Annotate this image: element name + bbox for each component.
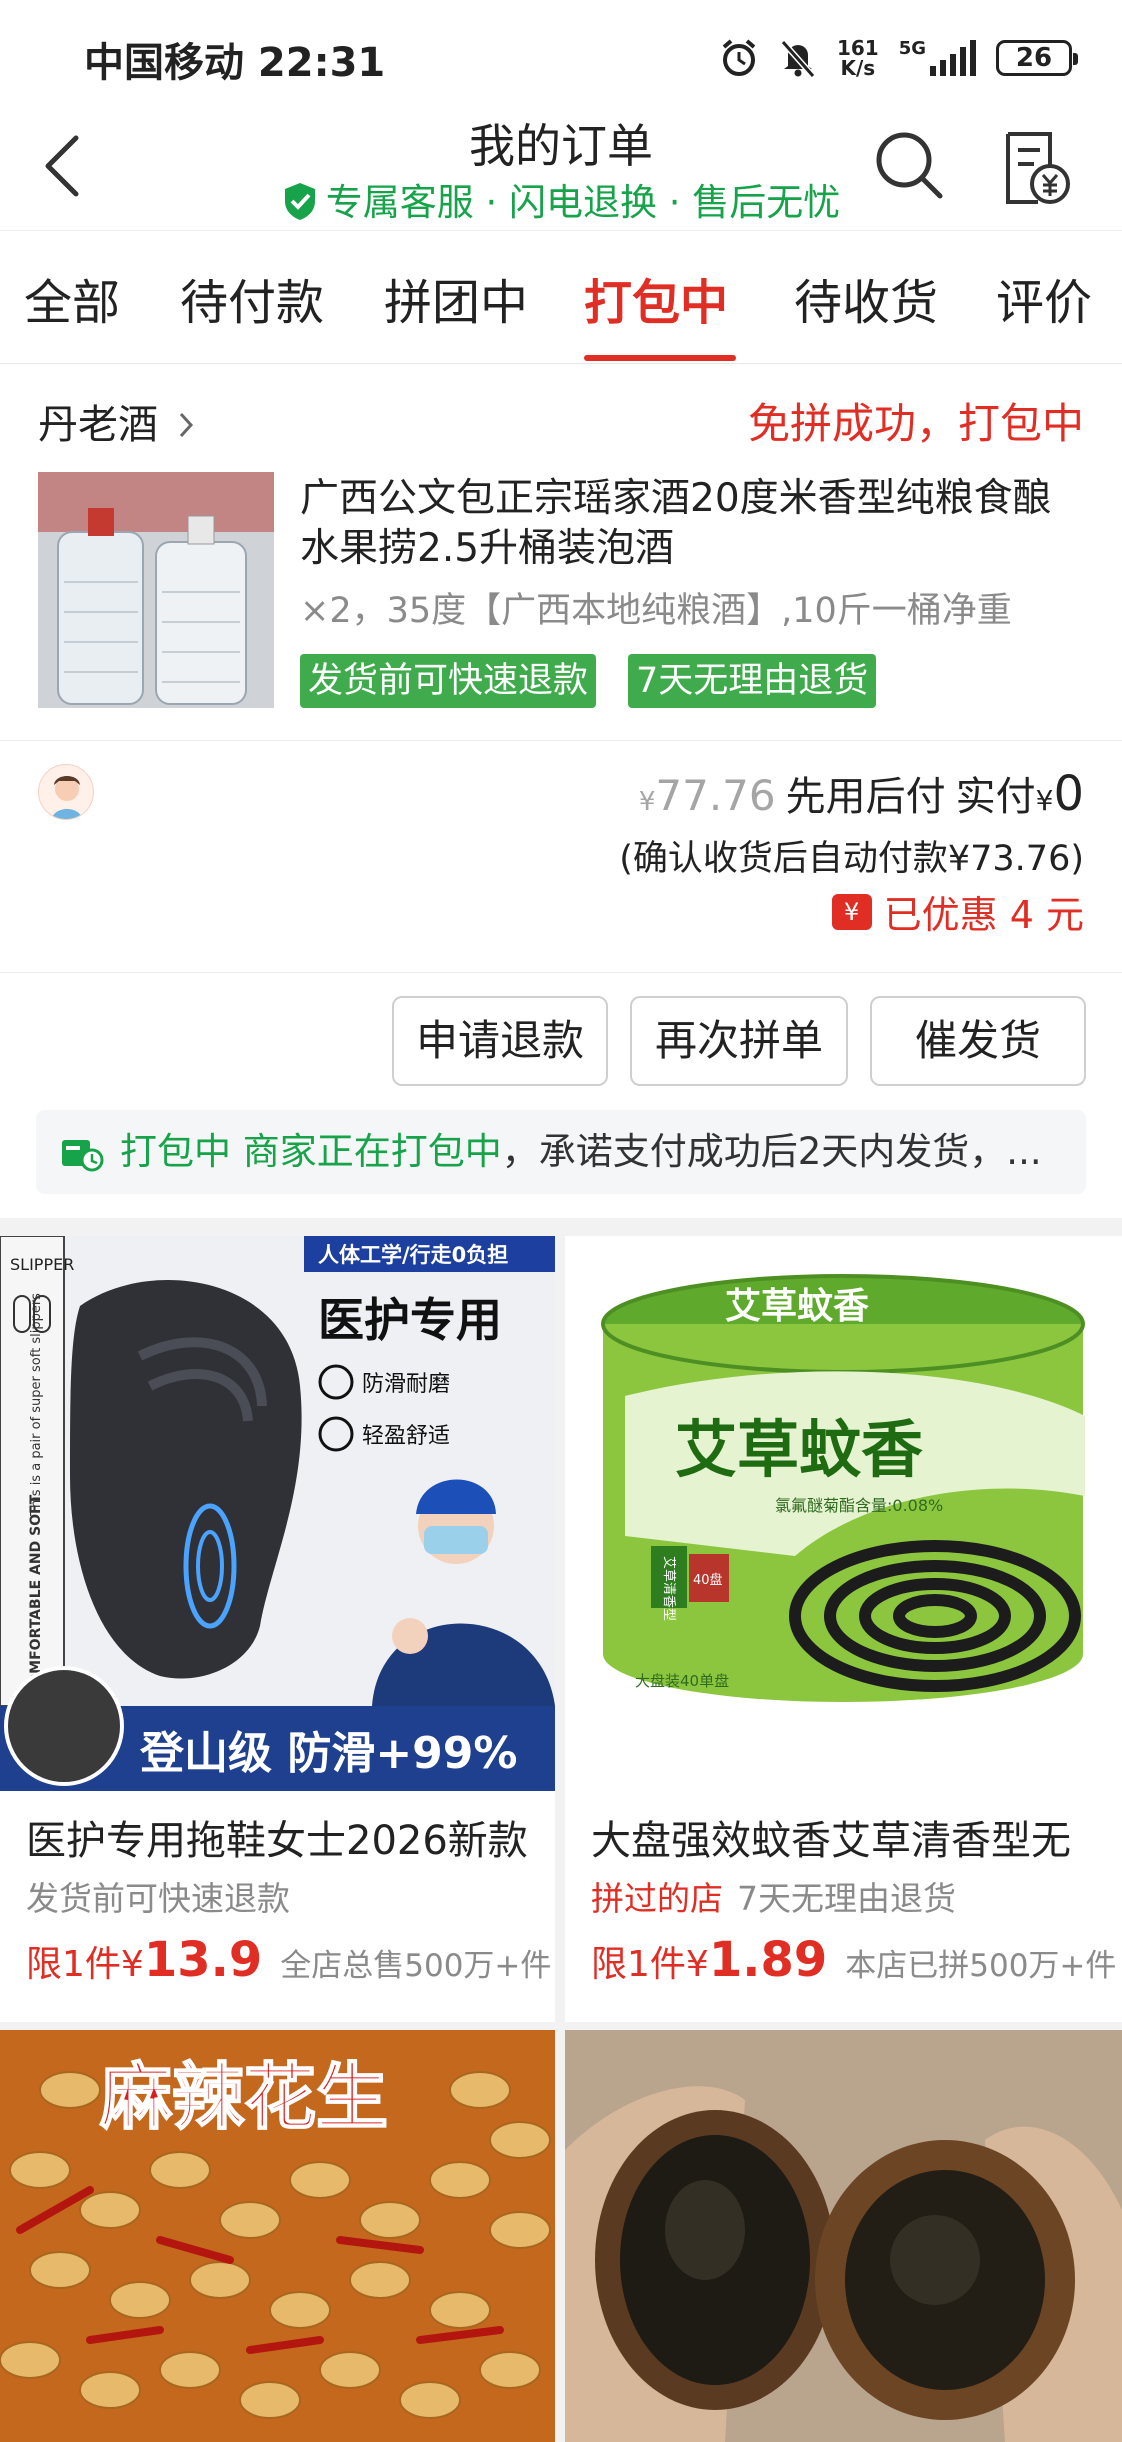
avatar[interactable] [38, 764, 94, 820]
battery-icon: 26 [996, 40, 1078, 76]
status-bar: 中国移动 22:31 161 K/s 5G 26 [0, 0, 1122, 110]
section-gap [0, 1218, 1122, 1232]
brand-note: 氯氟醚菊酯含量:0.08% [775, 1496, 943, 1515]
pay-later-label: 先用后付 [785, 774, 946, 820]
bottom-text: 登山级 防滑+99% [139, 1728, 518, 1779]
side-text-2: COMFORTABLE AND SOFT [28, 1494, 44, 1696]
header: 我的订单 专属客服 · 闪电退换 · 售后无忧 [0, 110, 1122, 230]
signal-group: 5G [899, 40, 976, 76]
brand-top: 艾草蚊香 [725, 1286, 869, 1327]
rec-card-slipper[interactable]: SLIPPER This is a pair of super soft sli… [0, 1236, 555, 2022]
discount-info: ¥ 已优惠 4 元 [831, 884, 1084, 939]
headline-text: 医护专用 [318, 1293, 502, 1347]
search-icon[interactable] [870, 126, 950, 206]
truck-icon [62, 1140, 104, 1172]
shop-name-link[interactable]: 丹老酒 [38, 392, 199, 450]
tab-pending-payment[interactable]: 待付款 [180, 263, 324, 333]
bill-icon[interactable] [998, 128, 1074, 208]
tab-packing[interactable]: 打包中 [584, 263, 728, 333]
tab-all[interactable]: 全部 [24, 263, 120, 333]
rec-sub: 发货前可快速退款 [26, 1879, 290, 1918]
auto-pay-note: (确认收货后自动付款¥73.76) [619, 839, 1084, 879]
rec-card-peanuts[interactable]: 麻辣花生 [0, 2030, 555, 2442]
product-title[interactable]: 广西公文包正宗瑶家酒20度米香型纯粮食酿水果捞2.5升桶装泡酒 [300, 474, 1090, 574]
rec-image-century-egg [565, 2030, 1122, 2442]
actual-pay-label: 实付¥0 [955, 766, 1084, 822]
shop-name: 丹老酒 [38, 402, 158, 448]
back-icon[interactable] [30, 126, 100, 206]
rec-image-mosquito-coil: 艾草蚊香 艾草蚊香 氯氟醚菊酯含量:0.08% 艾草清香型 40盘 大盘装40单… [565, 1236, 1120, 1791]
tag-7day-return: 7天无理由退货 [628, 654, 877, 708]
network-type: 5G [898, 38, 926, 59]
service-banner-text: 专属客服 · 闪电退换 · 售后无忧 [325, 181, 841, 224]
chevron-right-icon [179, 412, 193, 438]
count-tag: 40盘 [693, 1572, 723, 1588]
order-status: 免拼成功，打包中 [747, 399, 1084, 448]
tab-group-buying[interactable]: 拼团中 [384, 263, 528, 333]
page-title: 我的订单 [469, 119, 653, 173]
product-spec: ×2，35度【广西本地纯粮酒】,10斤一桶净重 [300, 591, 1012, 631]
rec-price: 限1件¥ 1.89 本店已拼500万+件 [591, 1932, 1117, 1988]
alarm-icon [722, 39, 756, 76]
image-text: 麻辣花生 [100, 2055, 388, 2139]
feature-2: 轻盈舒适 [362, 1424, 450, 1449]
wine-jugs-image [38, 472, 274, 708]
brand-main: 艾草蚊香 [675, 1413, 923, 1486]
rec-sub: 拼过的店 7天无理由退货 [591, 1879, 956, 1918]
active-tab-indicator [584, 355, 736, 361]
discount-icon: ¥ [831, 893, 872, 930]
carrier-time: 中国移动 22:31 [84, 40, 386, 86]
bottom-note: 大盘装40单盘 [635, 1672, 729, 1690]
rec-price: 限1件¥ 13.9 全店总售500万+件 [26, 1932, 552, 1988]
tab-to-receive[interactable]: 待收货 [794, 263, 938, 333]
service-banner[interactable]: 专属客服 · 闪电退换 · 售后无忧 [0, 172, 1122, 226]
shipping-notice[interactable]: 打包中 商家正在打包中，承诺支付成功后2天内发货，... [36, 1110, 1086, 1194]
rec-card-century-egg[interactable] [565, 2030, 1122, 2442]
feature-1: 防滑耐磨 [362, 1372, 450, 1397]
rec-image-slipper: SLIPPER This is a pair of super soft sli… [0, 1236, 555, 1791]
status-icons: 161 K/s 5G 26 [719, 30, 1078, 86]
notice-status: 打包中 [120, 1130, 231, 1173]
shield-check-icon [284, 183, 315, 220]
notice-text: ，承诺支付成功后2天内发货，... [501, 1130, 1042, 1173]
rec-title: 医护专用拖鞋女士2026新款 [26, 1818, 528, 1864]
divider [0, 972, 1122, 973]
signal-icon [930, 40, 976, 76]
discount-text: 已优惠 4 元 [883, 893, 1084, 937]
product-image[interactable] [38, 472, 274, 708]
refund-button[interactable]: 申请退款 [392, 996, 608, 1086]
urge-shipping-button[interactable]: 催发货 [870, 996, 1086, 1086]
tab-review[interactable]: 评价 [996, 263, 1092, 333]
order-tabs: 全部 待付款 拼团中 打包中 待收货 评价 [0, 230, 1122, 364]
original-price: ¥77.76 [638, 771, 776, 820]
divider [0, 740, 1122, 741]
price-summary: ¥77.76 先用后付 实付¥0 [639, 764, 1084, 822]
rec-title: 大盘强效蚊香艾草清香型无 [591, 1818, 1071, 1864]
mute-icon [780, 40, 816, 78]
regroup-button[interactable]: 再次拼单 [630, 996, 848, 1086]
side-text-1: This is a pair of super soft slippers [29, 1293, 44, 1517]
rec-image-peanuts: 麻辣花生 [0, 2030, 555, 2442]
banner-text: 人体工学/行走0负担 [318, 1243, 508, 1267]
net-speed: 161 K/s [836, 36, 879, 80]
side-tag: 艾草清香型 [661, 1556, 676, 1621]
notice-highlight: 商家正在打包中 [242, 1130, 502, 1173]
side-label: SLIPPER [10, 1255, 74, 1274]
tag-fast-refund: 发货前可快速退款 [300, 654, 597, 708]
rec-card-mosquito-coil[interactable]: 艾草蚊香 艾草蚊香 氯氟醚菊酯含量:0.08% 艾草清香型 40盘 大盘装40单… [565, 1236, 1122, 2022]
